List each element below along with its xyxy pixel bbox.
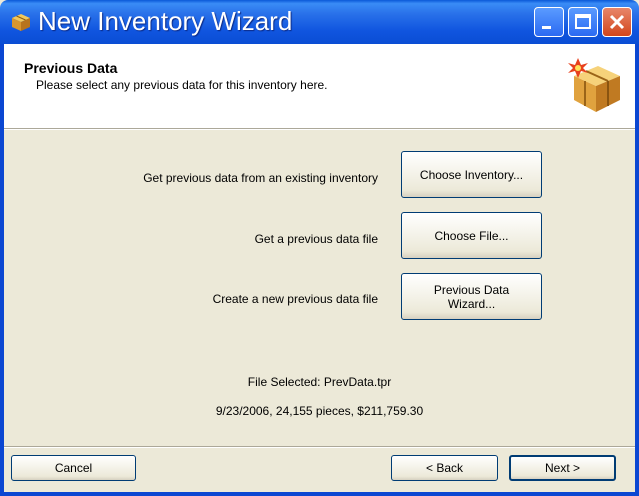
cancel-button[interactable]: Cancel xyxy=(11,455,136,481)
window-border-right xyxy=(635,44,639,496)
minimize-icon xyxy=(542,26,551,29)
page-subtitle: Please select any previous data for this… xyxy=(36,78,328,92)
wizard-button-line2: Wizard... xyxy=(447,296,496,311)
back-button[interactable]: < Back xyxy=(391,455,498,481)
minimize-button[interactable] xyxy=(534,7,564,37)
window-border-bottom xyxy=(0,492,639,496)
wizard-header: Previous Data Please select any previous… xyxy=(4,44,635,129)
wizard-window: New Inventory Wizard Previous Data Pleas… xyxy=(0,0,639,496)
close-icon xyxy=(609,14,625,30)
header-separator xyxy=(4,129,635,130)
package-icon xyxy=(12,14,30,31)
package-icon xyxy=(568,58,620,112)
option-wizard-label: Create a new previous data file xyxy=(212,292,378,306)
maximize-button[interactable] xyxy=(568,7,598,37)
page-title: Previous Data xyxy=(24,60,118,76)
choose-file-button[interactable]: Choose File... xyxy=(401,212,542,259)
wizard-button-line1: Previous Data xyxy=(433,282,510,297)
window-title: New Inventory Wizard xyxy=(38,6,293,36)
close-button[interactable] xyxy=(602,7,632,37)
previous-data-wizard-button[interactable]: Previous Data Wizard... xyxy=(401,273,542,320)
option-file-label: Get a previous data file xyxy=(254,232,378,246)
footer-separator xyxy=(4,446,635,448)
title-bar[interactable]: New Inventory Wizard xyxy=(0,0,639,44)
file-selected-text: File Selected: PrevData.tpr xyxy=(247,375,392,389)
choose-inventory-button[interactable]: Choose Inventory... xyxy=(401,151,542,198)
maximize-icon xyxy=(575,14,591,29)
next-button[interactable]: Next > xyxy=(509,455,616,481)
option-inventory-label: Get previous data from an existing inven… xyxy=(143,171,378,185)
file-summary-text: 9/23/2006, 24,155 pieces, $211,759.30 xyxy=(215,404,424,418)
